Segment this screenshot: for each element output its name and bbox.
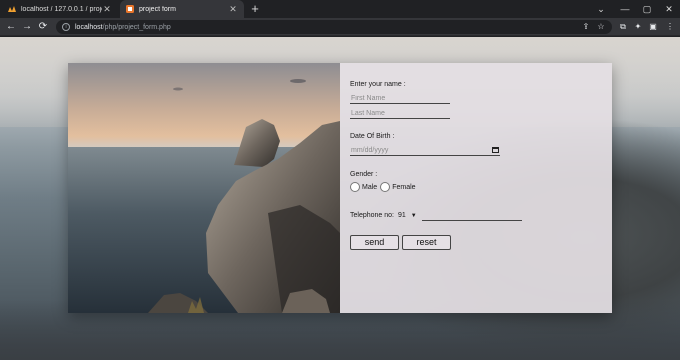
gender-label: Gender : [350,171,378,178]
calendar-icon[interactable] [492,147,499,153]
close-tab-icon[interactable]: ✕ [102,4,112,15]
page-icon [126,5,134,13]
tab-strip: localhost / 127.0.0.1 / project / p ✕ pr… [0,0,680,18]
new-tab-button[interactable]: + [248,1,262,17]
male-radio[interactable] [350,182,360,192]
country-code-value: 91 [397,212,406,219]
female-label: Female [392,183,416,191]
gender-options: Male Female [350,182,602,192]
side-panel-icon[interactable]: ▣ [647,18,659,36]
share-icon[interactable]: ⇪ [580,20,592,34]
phpmyadmin-icon [8,5,16,13]
first-name-input[interactable] [350,93,450,104]
close-tab-icon[interactable]: ✕ [228,4,238,15]
back-button[interactable]: ← [4,18,18,36]
forward-button[interactable]: → [20,18,34,36]
form-buttons: send reset [350,235,602,250]
telephone-input[interactable] [421,210,522,221]
tab-title: project form [139,5,176,13]
puzzle-extensions-icon[interactable]: ✦ [632,18,644,36]
dob-label: Date Of Birth : [350,133,395,140]
coastal-rocks-photo [68,63,340,313]
form-card: Enter your name : Date Of Birth : mm/dd/… [68,63,612,313]
page-viewport: Enter your name : Date Of Birth : mm/dd/… [0,37,680,360]
send-button[interactable]: send [350,235,399,250]
telephone-row: Telephone no: 91 ▼ [350,210,602,221]
url-host: localhost [75,23,103,31]
address-bar[interactable]: i localhost/php/project_form.php [56,20,612,34]
last-name-input[interactable] [350,108,450,119]
registration-form: Enter your name : Date Of Birth : mm/dd/… [340,63,612,313]
tab-search-icon[interactable]: ⌄ [590,0,612,18]
telephone-label: Telephone no: [350,212,394,219]
bookmark-star-icon[interactable]: ☆ [595,20,607,34]
minimize-button[interactable]: — [614,0,636,18]
dob-placeholder: mm/dd/yyyy [351,146,389,154]
site-info-icon[interactable]: i [62,23,70,31]
male-label: Male [362,183,378,191]
menu-kebab-icon[interactable]: ⋮ [664,18,676,36]
maximize-button[interactable]: ▢ [636,0,658,18]
female-radio[interactable] [380,182,391,192]
country-code-select[interactable]: 91 ▼ [398,212,417,219]
dob-date-input[interactable]: mm/dd/yyyy [350,145,500,156]
reset-button[interactable]: reset [402,235,451,250]
tab-phpmyadmin[interactable]: localhost / 127.0.0.1 / project / p ✕ [2,0,118,18]
name-label: Enter your name : [350,81,406,88]
tab-project-form[interactable]: project form ✕ [120,0,244,18]
chevron-down-icon: ▼ [410,212,417,219]
toolbar: ← → ⟳ i localhost/php/project_form.php ⇪… [0,18,680,36]
close-window-button[interactable]: ✕ [658,0,680,18]
tab-title: localhost / 127.0.0.1 / project / p [21,5,102,13]
url-path: /php/project_form.php [102,23,171,31]
extension-icon[interactable]: ⧉ [617,18,629,36]
reload-button[interactable]: ⟳ [36,18,50,36]
